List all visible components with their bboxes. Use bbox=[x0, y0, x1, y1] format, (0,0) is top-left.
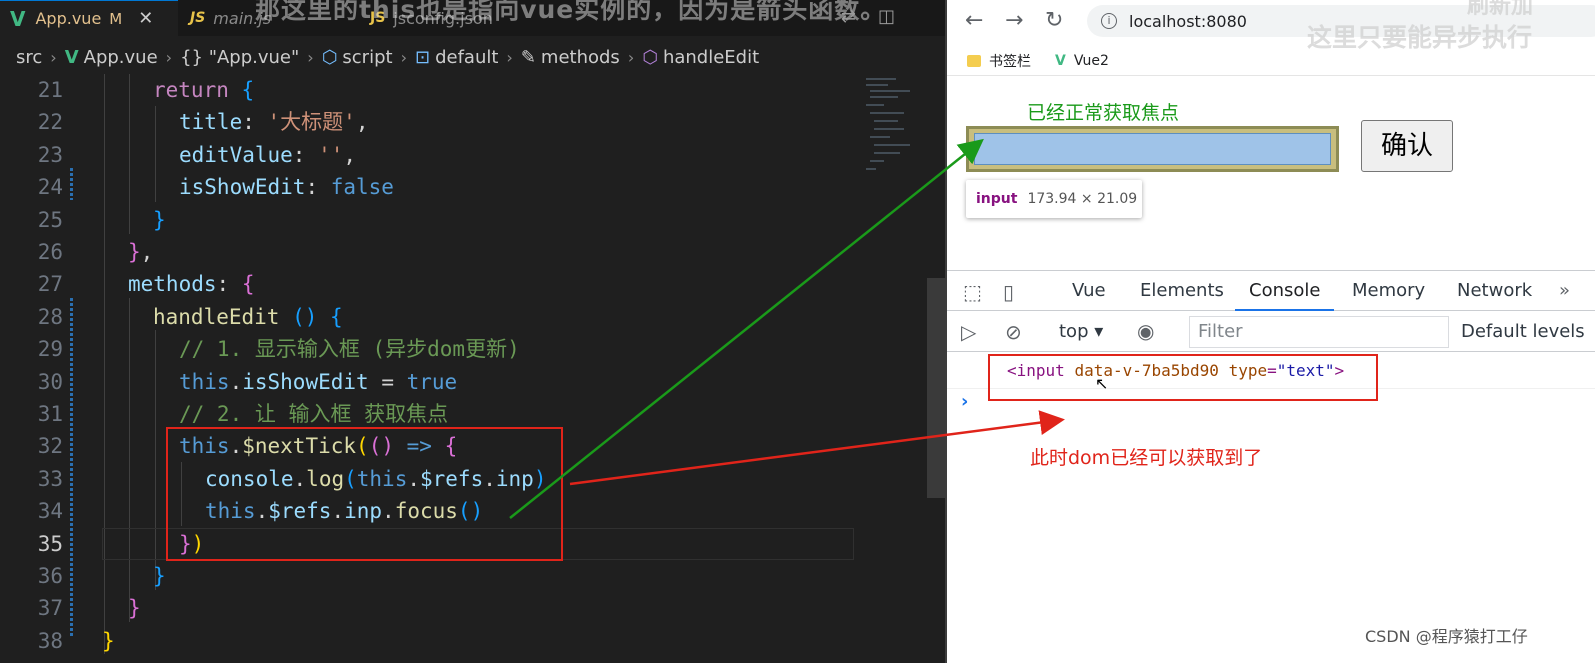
code-area[interactable]: 21 return { 22 title: '大标题', 23 editValue: … bbox=[0, 74, 930, 663]
code-line: 24 isShowEdit: false bbox=[37, 175, 394, 200]
devtools-tabs: ⬚ ▯ Vue Elements Console Memory Network … bbox=[947, 271, 1595, 311]
code-line: 29// 1. 显示输入框 (异步dom更新) bbox=[37, 337, 520, 362]
folder-icon bbox=[967, 54, 981, 67]
module-icon: ⬡ bbox=[321, 46, 338, 68]
breadcrumb-item[interactable]: App.vue bbox=[84, 47, 158, 68]
tab-app-vue[interactable]: V App.vue M ✕ bbox=[0, 0, 178, 36]
split-editor-icon[interactable]: ◫ bbox=[878, 6, 895, 27]
console-toolbar: ▷ ⊘ top ▾ ◉ Filter Default levels bbox=[947, 312, 1595, 352]
minimap[interactable] bbox=[858, 74, 928, 184]
inspect-tooltip: input 173.94 × 21.09 bbox=[966, 180, 1142, 218]
tab-elements[interactable]: Elements bbox=[1140, 271, 1224, 311]
reload-icon[interactable]: ↻ bbox=[1045, 8, 1063, 33]
code-line: 28 handleEdit () { bbox=[37, 304, 343, 329]
js-file-icon: JS bbox=[190, 10, 206, 26]
editor-tab-bar: V App.vue M ✕ JS main.js JS jsconfig.jso… bbox=[0, 0, 965, 36]
confirm-button[interactable]: 确认 bbox=[1361, 120, 1453, 172]
chevron-right-icon: › bbox=[50, 47, 57, 67]
inspected-element-overlay bbox=[966, 126, 1339, 172]
sidebar-toggle-icon[interactable]: ▷ bbox=[961, 320, 976, 344]
vue-file-icon: V bbox=[10, 6, 26, 31]
inspect-element-icon[interactable]: ⬚ bbox=[963, 280, 982, 304]
console-prompt[interactable]: › bbox=[961, 391, 968, 412]
eye-icon[interactable]: ◉ bbox=[1137, 319, 1154, 343]
annotation-note-red: 此时dom已经可以获取到了 bbox=[1030, 447, 1263, 469]
code-line: 21 return { bbox=[37, 78, 255, 102]
breadcrumb: src › V App.vue › {} "App.vue" › ⬡ scrip… bbox=[0, 42, 965, 72]
breadcrumb-item[interactable]: default bbox=[435, 47, 498, 68]
console-filter-input[interactable]: Filter bbox=[1189, 316, 1449, 348]
tab-vue[interactable]: Vue bbox=[1072, 271, 1106, 311]
breadcrumb-item[interactable]: {} "App.vue" bbox=[180, 47, 299, 68]
chevron-right-icon: › bbox=[627, 47, 635, 67]
info-icon[interactable]: i bbox=[1101, 13, 1117, 29]
more-tabs-icon[interactable]: » bbox=[1559, 271, 1570, 311]
code-line: 22 title: '大标题', bbox=[37, 110, 369, 135]
tooltip-dimensions: 173.94 × 21.09 bbox=[1027, 191, 1138, 207]
log-levels-select[interactable]: Default levels bbox=[1461, 312, 1585, 352]
chevron-right-icon: › bbox=[506, 47, 513, 67]
tooltip-tag: input bbox=[976, 191, 1018, 207]
browser-window: ← → ↻ i localhost:8080 刷新加 这里只要能异步执行 书签栏… bbox=[947, 0, 1595, 663]
bookmark-item[interactable]: Vue2 bbox=[1074, 53, 1109, 69]
page-content: 已经正常获取焦点 确认 input 173.94 × 21.09 bbox=[947, 80, 1595, 270]
code-line: 38} bbox=[37, 628, 115, 653]
breadcrumb-item[interactable]: methods bbox=[541, 47, 620, 68]
code-line: 37} bbox=[37, 596, 141, 621]
context-select[interactable]: top ▾ bbox=[1059, 312, 1103, 352]
bookmark-item[interactable]: 书签栏 bbox=[989, 51, 1031, 71]
tab-memory[interactable]: Memory bbox=[1352, 271, 1425, 311]
highlight-box-nexttick bbox=[166, 427, 563, 561]
breadcrumb-item[interactable]: src bbox=[16, 47, 42, 68]
title-input[interactable] bbox=[974, 133, 1331, 165]
forward-arrow-icon[interactable]: → bbox=[1005, 8, 1023, 33]
chevron-right-icon: › bbox=[165, 47, 173, 67]
code-line: 36} bbox=[37, 564, 166, 588]
tab-console[interactable]: Console bbox=[1235, 271, 1335, 311]
clear-console-icon[interactable]: ⊘ bbox=[1005, 320, 1022, 344]
editor-scroll-thumb[interactable] bbox=[927, 278, 947, 498]
back-arrow-icon[interactable]: ← bbox=[965, 8, 983, 33]
browser-toolbar: ← → ↻ i localhost:8080 刷新加 这里只要能异步执行 bbox=[947, 0, 1595, 52]
vue-logo-icon: V bbox=[1055, 52, 1066, 69]
method-icon: ⬡ bbox=[642, 46, 658, 68]
breadcrumb-item[interactable]: handleEdit bbox=[663, 47, 759, 68]
tab-network[interactable]: Network bbox=[1457, 271, 1532, 311]
vue-file-icon: V bbox=[64, 46, 79, 68]
bookmarks-bar: 书签栏 V Vue2 bbox=[947, 46, 1595, 76]
code-line: 25} bbox=[37, 207, 166, 232]
chevron-right-icon: › bbox=[307, 47, 314, 67]
editor-actions: ⇄ ◫ bbox=[841, 6, 895, 27]
breadcrumb-item[interactable]: script bbox=[342, 47, 392, 68]
close-icon[interactable]: ✕ bbox=[138, 8, 153, 29]
chevron-right-icon: › bbox=[400, 47, 407, 67]
compare-icon[interactable]: ⇄ bbox=[841, 6, 856, 27]
highlight-box-console bbox=[988, 354, 1378, 401]
video-caption-overlay: 刷新加 bbox=[1467, 0, 1534, 19]
video-caption-overlay: 那这里的this也是指向vue实例的，因为是箭头函数。 bbox=[255, 0, 887, 24]
url-text: localhost:8080 bbox=[1129, 11, 1247, 31]
code-line: 27 methods: { bbox=[37, 272, 255, 297]
annotation-note-green: 已经正常获取焦点 bbox=[1027, 102, 1180, 124]
wrench-icon: ✎ bbox=[520, 46, 536, 68]
code-editor: V App.vue M ✕ JS main.js JS jsconfig.jso… bbox=[0, 0, 965, 663]
code-line: 26}, bbox=[37, 240, 154, 264]
code-line: 31// 2. 让 输入框 获取焦点 bbox=[37, 402, 449, 426]
modified-indicator: M bbox=[109, 9, 123, 28]
code-line: 30 this.isShowEdit = true bbox=[37, 369, 458, 394]
device-toolbar-icon[interactable]: ▯ bbox=[1003, 280, 1014, 304]
watermark: CSDN @程序猿打工仔 bbox=[1365, 627, 1528, 646]
code-line: 23 editValue: '', bbox=[37, 142, 357, 167]
devtools-panel: ⬚ ▯ Vue Elements Console Memory Network … bbox=[947, 270, 1595, 663]
tab-label: App.vue bbox=[35, 9, 102, 28]
variable-icon: ⊡ bbox=[414, 46, 431, 68]
